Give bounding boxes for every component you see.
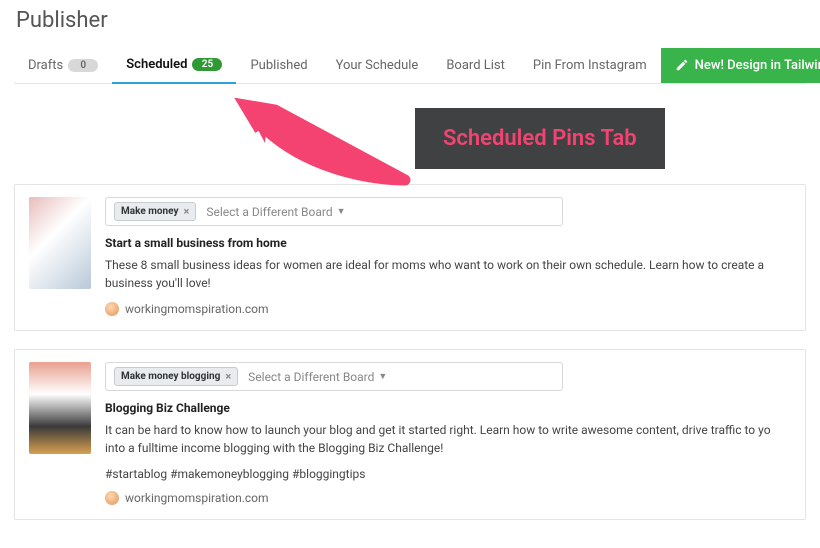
tab-your-schedule[interactable]: Your Schedule	[322, 48, 433, 83]
annotation-arrow-icon	[225, 85, 425, 195]
tab-pin-from-instagram[interactable]: Pin From Instagram	[519, 48, 661, 83]
tab-scheduled-label: Scheduled	[126, 57, 187, 72]
select-different-board-label: Select a Different Board	[206, 205, 332, 219]
chevron-down-icon: ▼	[337, 206, 346, 217]
tab-board-list[interactable]: Board List	[432, 48, 519, 83]
pin-thumbnail[interactable]	[29, 197, 91, 289]
pin-source[interactable]: workingmomspiration.com	[105, 302, 791, 316]
pin-source-label: workingmomspiration.com	[125, 491, 269, 505]
pin-card: Make money blogging × Select a Different…	[14, 349, 806, 520]
board-chip-label: Make money blogging	[121, 371, 220, 382]
pin-description[interactable]: These 8 small business ideas for women a…	[105, 256, 791, 292]
pin-title[interactable]: Start a small business from home	[105, 236, 791, 250]
tab-drafts[interactable]: Drafts 0	[14, 48, 112, 83]
close-icon[interactable]: ×	[184, 205, 190, 218]
chevron-down-icon: ▼	[378, 371, 387, 382]
select-different-board-label: Select a Different Board	[248, 370, 374, 384]
close-icon[interactable]: ×	[225, 370, 231, 383]
board-chip-label: Make money	[121, 206, 179, 217]
tab-your-schedule-label: Your Schedule	[336, 58, 419, 73]
tab-scheduled[interactable]: Scheduled 25	[112, 47, 236, 84]
tab-board-list-label: Board List	[446, 58, 505, 73]
new-design-button[interactable]: New! Design in Tailwin	[661, 48, 820, 83]
select-different-board[interactable]: Select a Different Board ▼	[206, 205, 345, 219]
page-title: Publisher	[16, 8, 806, 33]
tab-scheduled-count: 25	[192, 58, 222, 71]
pin-description[interactable]: It can be hard to know how to launch you…	[105, 421, 791, 457]
new-design-button-label: New! Design in Tailwin	[695, 58, 820, 73]
pencil-icon	[675, 58, 689, 72]
pin-thumbnail[interactable]	[29, 362, 91, 454]
source-icon	[105, 302, 119, 316]
pin-title[interactable]: Blogging Biz Challenge	[105, 401, 791, 415]
pin-card: Make money × Select a Different Board ▼ …	[14, 184, 806, 331]
pin-source-label: workingmomspiration.com	[125, 302, 269, 316]
tabs-bar: Drafts 0 Scheduled 25 Published Your Sch…	[14, 47, 806, 84]
pin-hashtags[interactable]: #startablog #makemoneyblogging #blogging…	[105, 467, 791, 481]
board-selector[interactable]: Make money blogging × Select a Different…	[105, 362, 563, 391]
tab-drafts-count: 0	[68, 59, 98, 72]
select-different-board[interactable]: Select a Different Board ▼	[248, 370, 387, 384]
board-chip[interactable]: Make money ×	[114, 202, 196, 221]
tab-drafts-label: Drafts	[28, 58, 63, 73]
board-selector[interactable]: Make money × Select a Different Board ▼	[105, 197, 563, 226]
board-chip[interactable]: Make money blogging ×	[114, 367, 238, 386]
source-icon	[105, 491, 119, 505]
tab-published-label: Published	[250, 58, 307, 73]
annotation-callout: Scheduled Pins Tab	[415, 108, 665, 169]
tab-published[interactable]: Published	[236, 48, 321, 83]
tab-pin-from-instagram-label: Pin From Instagram	[533, 58, 647, 73]
pin-source[interactable]: workingmomspiration.com	[105, 491, 791, 505]
